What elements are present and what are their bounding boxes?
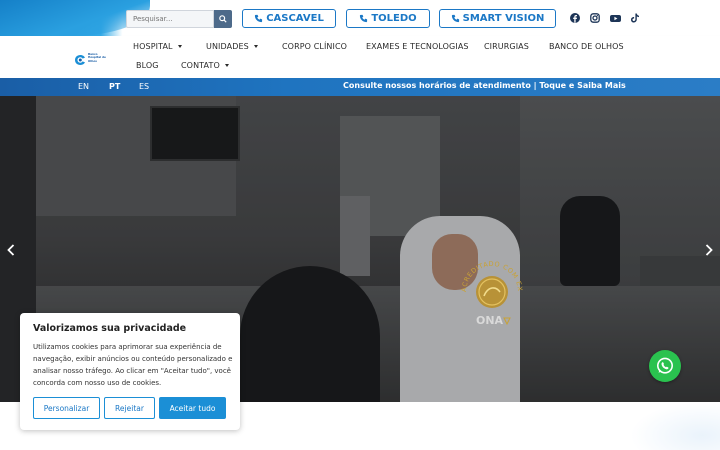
phone-icon — [451, 14, 459, 23]
nav-blog-label: BLOG — [136, 61, 159, 70]
tiktok-link[interactable] — [629, 12, 641, 24]
cookie-title: Valorizamos sua privacidade — [33, 323, 187, 334]
toledo-button[interactable]: TOLEDO — [346, 9, 430, 28]
slider-prev-button[interactable] — [5, 243, 17, 257]
cascavel-label: CASCAVEL — [266, 13, 324, 24]
corner-decoration — [630, 402, 720, 450]
nav-cirurgias[interactable]: CIRURGIAS — [484, 42, 529, 51]
search-input[interactable] — [126, 10, 214, 28]
lang-es[interactable]: ES — [139, 82, 149, 91]
nav-blog[interactable]: BLOG — [136, 61, 159, 70]
lang-pt[interactable]: PT — [109, 82, 120, 91]
facebook-icon — [570, 13, 580, 23]
chevron-right-icon — [705, 244, 713, 256]
nav-corpo-clinico[interactable]: CORPO CLÍNICO — [282, 42, 347, 51]
cascavel-button[interactable]: CASCAVEL — [242, 9, 336, 28]
whatsapp-button[interactable] — [649, 350, 681, 382]
facebook-link[interactable] — [569, 12, 581, 24]
youtube-link[interactable] — [609, 12, 621, 24]
slider-next-button[interactable] — [703, 243, 715, 257]
nav-exames[interactable]: EXAMES E TECNOLOGIAS — [366, 42, 469, 51]
nav-exames-label: EXAMES E TECNOLOGIAS — [366, 42, 469, 51]
nav-cirurgias-label: CIRURGIAS — [484, 42, 529, 51]
chevron-down-icon — [224, 64, 229, 67]
toledo-label: TOLEDO — [371, 13, 417, 24]
info-banner-link[interactable]: Consulte nossos horários de atendimento … — [343, 81, 626, 90]
hospital-logo[interactable]: Banco Hospital de Olhos — [74, 51, 110, 65]
instagram-link[interactable] — [589, 12, 601, 24]
instagram-icon — [590, 13, 600, 23]
phone-icon — [255, 14, 263, 23]
nav-banco-de-olhos[interactable]: BANCO DE OLHOS — [549, 42, 624, 51]
nav-unidades[interactable]: UNIDADES — [206, 42, 258, 51]
cookie-customize-button[interactable]: Personalizar — [33, 397, 100, 419]
cookie-accept-button[interactable]: Aceitar tudo — [159, 397, 226, 419]
youtube-icon — [609, 14, 621, 22]
cookie-consent-banner: Valorizamos sua privacidade Utilizamos c… — [20, 313, 240, 430]
whatsapp-icon — [657, 357, 673, 374]
ona-seal-icon: ACREDITADO COM EXCELÊNCIA ONA — [457, 251, 523, 327]
nav-contato-label: CONTATO — [181, 61, 220, 70]
nav-corpo-clinico-label: CORPO CLÍNICO — [282, 42, 348, 51]
search-button[interactable] — [214, 10, 232, 28]
nav-hospital[interactable]: HOSPITAL — [133, 42, 182, 51]
search-icon — [219, 15, 227, 23]
ona-accreditation-seal: ACREDITADO COM EXCELÊNCIA ONA — [457, 251, 524, 330]
cookie-body: Utilizamos cookies para aprimorar sua ex… — [33, 343, 233, 387]
nav-contato[interactable]: CONTATO — [181, 61, 229, 70]
smart-vision-label: SMART VISION — [462, 13, 545, 24]
nav-unidades-label: UNIDADES — [206, 42, 249, 51]
nav-banco-de-olhos-label: BANCO DE OLHOS — [549, 42, 624, 51]
lang-en[interactable]: EN — [78, 82, 89, 91]
phone-icon — [360, 14, 368, 23]
svg-text:ONA: ONA — [476, 314, 504, 327]
search-box — [126, 10, 232, 28]
chevron-down-icon — [253, 45, 258, 48]
smart-vision-button[interactable]: SMART VISION — [439, 9, 556, 28]
tiktok-icon — [631, 13, 639, 23]
chevron-down-icon — [177, 45, 182, 48]
chevron-left-icon — [7, 244, 15, 256]
nav-hospital-label: HOSPITAL — [133, 42, 173, 51]
logo-text: Banco Hospital de Olhos — [88, 52, 106, 63]
cookie-reject-button[interactable]: Rejeitar — [104, 397, 155, 419]
